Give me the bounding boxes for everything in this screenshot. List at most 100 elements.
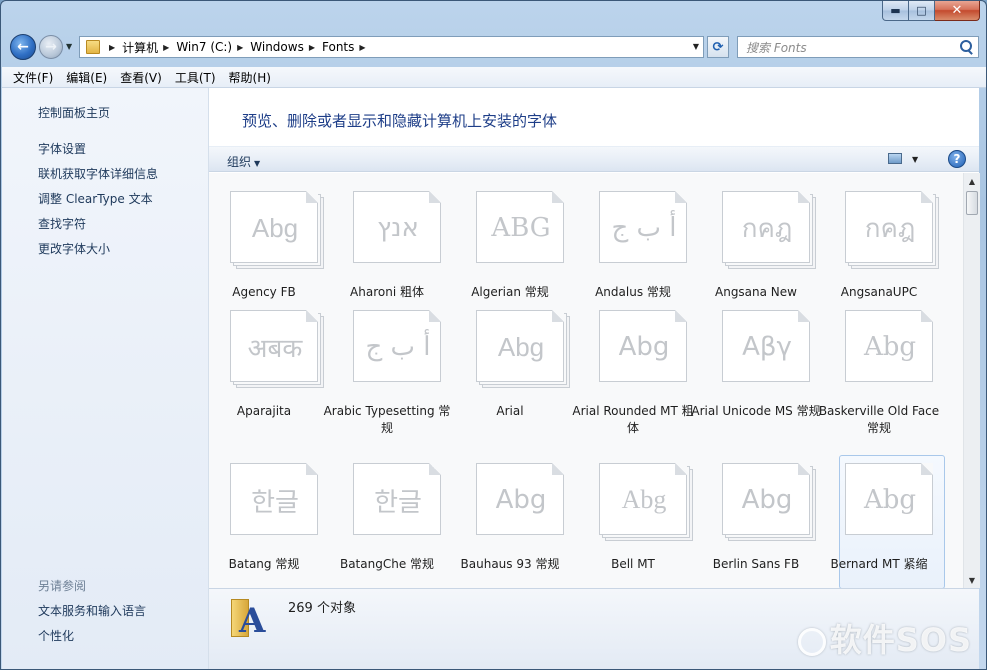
font-settings-link[interactable]: 字体设置 <box>38 140 86 157</box>
font-name-label: Andalus 常规 <box>595 285 671 299</box>
font-sample: Abg <box>251 212 299 243</box>
font-name-label: Arial Rounded MT 粗体 <box>572 404 694 435</box>
font-sample: أ ب ج <box>611 213 677 243</box>
help-icon[interactable]: ? <box>948 150 966 168</box>
recent-pages-dropdown-icon[interactable]: ▼ <box>66 42 72 51</box>
navigation-bar: ← → ▼ ▶ 计算机 ▶ Win7 (C:) ▶ Windows ▶ Fonts ▶ … <box>1 31 986 61</box>
breadcrumb-separator-icon[interactable]: ▶ <box>359 43 365 52</box>
search-icon[interactable] <box>958 39 974 55</box>
menu-edit[interactable]: 编辑(E) <box>66 69 107 86</box>
font-sample: अबक <box>247 334 303 364</box>
menu-tools[interactable]: 工具(T) <box>175 69 216 86</box>
scroll-thumb[interactable] <box>966 191 978 215</box>
text-services-link[interactable]: 文本服务和输入语言 <box>38 602 146 619</box>
forward-arrow-icon: → <box>45 39 57 55</box>
breadcrumb-computer[interactable]: 计算机 ▶ <box>122 39 176 56</box>
font-name-label: Batang 常规 <box>228 557 300 571</box>
font-preview-icon: Αβγ <box>722 310 816 388</box>
fonts-folder-icon <box>86 40 100 54</box>
font-sample: Abg <box>495 485 547 515</box>
font-preview-icon: Abg <box>845 463 939 541</box>
font-name-label: Baskerville Old Face 常规 <box>818 404 940 435</box>
breadcrumb-separator-icon[interactable]: ▶ <box>109 43 115 52</box>
font-preview-icon: Abg <box>599 310 693 388</box>
maximize-button[interactable]: □ <box>909 1 935 21</box>
font-preview-icon: กคฎ <box>845 191 939 269</box>
font-preview-icon: Abg <box>845 310 939 388</box>
personalization-link[interactable]: 个性化 <box>38 627 74 644</box>
font-name-label: Bauhaus 93 常规 <box>460 557 560 571</box>
breadcrumb-fonts[interactable]: Fonts ▶ <box>322 40 373 54</box>
back-button[interactable]: ← <box>10 34 36 60</box>
close-button[interactable]: ✕ <box>935 1 980 21</box>
font-preview-icon: Abg <box>230 191 324 269</box>
menu-view[interactable]: 查看(V) <box>120 69 162 86</box>
font-name-label: Arabic Typesetting 常规 <box>323 404 451 435</box>
find-character-link[interactable]: 查找字符 <box>38 215 86 232</box>
minimize-icon: ▬ <box>890 4 901 17</box>
search-input[interactable]: 搜索 Fonts <box>746 39 958 56</box>
font-preview-icon: 한글 <box>353 463 447 541</box>
cleartype-link[interactable]: 调整 ClearType 文本 <box>38 190 153 207</box>
font-sample: Αβγ <box>742 332 792 362</box>
content-area: 预览、删除或者显示和隐藏计算机上安装的字体 组织 ▼ ▼ ? Abg Agency … <box>209 88 980 669</box>
change-font-size-link[interactable]: 更改字体大小 <box>38 240 110 257</box>
font-preview-icon: אנץ <box>353 191 447 269</box>
font-name-label: Bell MT <box>611 557 655 571</box>
online-font-info-link[interactable]: 联机获取字体详细信息 <box>38 165 158 182</box>
task-pane: 控制面板主页 字体设置 联机获取字体详细信息 调整 ClearType 文本 查… <box>2 88 209 669</box>
address-bar[interactable]: ▶ 计算机 ▶ Win7 (C:) ▶ Windows ▶ Fonts ▶ ▼ <box>79 36 704 58</box>
font-sample: אנץ <box>377 213 419 243</box>
search-box[interactable]: 搜索 Fonts <box>737 36 979 58</box>
change-view-icon[interactable] <box>888 153 902 164</box>
font-name-label: AngsanaUPC <box>840 285 918 299</box>
menu-help[interactable]: 帮助(H) <box>229 69 271 86</box>
fonts-folder-large-icon: A <box>227 595 269 641</box>
item-count: 269 个对象 <box>288 601 356 616</box>
font-preview-icon: Abg <box>476 310 570 388</box>
font-name-label: Berlin Sans FB <box>712 557 800 571</box>
control-panel-home-link[interactable]: 控制面板主页 <box>38 104 110 121</box>
font-sample: Abg <box>863 485 917 515</box>
explorer-window: ▬ □ ✕ ← → ▼ ▶ 计算机 ▶ Win7 (C:) ▶ Windows ▶ F… <box>0 0 987 670</box>
font-sample: กคฎ <box>741 213 793 244</box>
watermark-mark-icon <box>797 628 826 656</box>
font-name-label: Aparajita <box>236 404 292 418</box>
vertical-scrollbar[interactable]: ▲ ▼ <box>963 173 980 588</box>
font-preview-icon: กคฎ <box>722 191 816 269</box>
font-sample: أ ب ج <box>365 332 431 362</box>
breadcrumb-separator-icon[interactable]: ▶ <box>237 43 243 52</box>
caption-buttons: ▬ □ ✕ <box>882 1 980 21</box>
breadcrumb-separator-icon[interactable]: ▶ <box>163 43 169 52</box>
font-sample: 한글 <box>251 487 299 518</box>
see-also-heading: 另请参阅 <box>38 579 87 593</box>
font-grid: Abg Agency FB אנץ Aharoni 粗体 ABG Algerian 常规 أ… <box>209 173 963 588</box>
font-sample: ABG <box>491 213 551 243</box>
view-options-dropdown-icon[interactable]: ▼ <box>912 155 918 164</box>
font-sample: 한글 <box>374 487 422 518</box>
scroll-up-icon[interactable]: ▲ <box>964 173 980 189</box>
forward-button[interactable]: → <box>39 35 63 59</box>
breadcrumb-windows[interactable]: Windows ▶ <box>250 40 322 54</box>
organize-button[interactable]: 组织 ▼ <box>227 153 260 170</box>
minimize-button[interactable]: ▬ <box>882 1 909 21</box>
refresh-button[interactable]: ⟳ <box>707 36 729 58</box>
scroll-down-icon[interactable]: ▼ <box>964 572 980 588</box>
font-sample: Abg <box>621 485 667 514</box>
breadcrumb-separator-icon[interactable]: ▶ <box>309 43 315 52</box>
font-preview-icon: أ ب ج <box>599 191 693 269</box>
maximize-icon: □ <box>916 4 927 17</box>
page-title: 预览、删除或者显示和隐藏计算机上安装的字体 <box>242 112 558 130</box>
close-icon: ✕ <box>951 3 963 18</box>
menu-file[interactable]: 文件(F) <box>13 69 53 86</box>
back-arrow-icon: ← <box>17 39 29 55</box>
breadcrumb-drive[interactable]: Win7 (C:) ▶ <box>176 40 250 54</box>
refresh-icon: ⟳ <box>712 39 724 55</box>
font-preview-icon: ABG <box>476 191 570 269</box>
watermark-logo: 软件SOS <box>797 615 972 661</box>
font-name-label: Algerian 常规 <box>471 285 549 299</box>
address-history-dropdown-icon[interactable]: ▼ <box>693 42 699 51</box>
font-name-label: Bernard MT 紧缩 <box>830 557 928 571</box>
font-name-label: BatangChe 常规 <box>339 557 435 571</box>
font-preview-icon: Abg <box>599 463 693 541</box>
